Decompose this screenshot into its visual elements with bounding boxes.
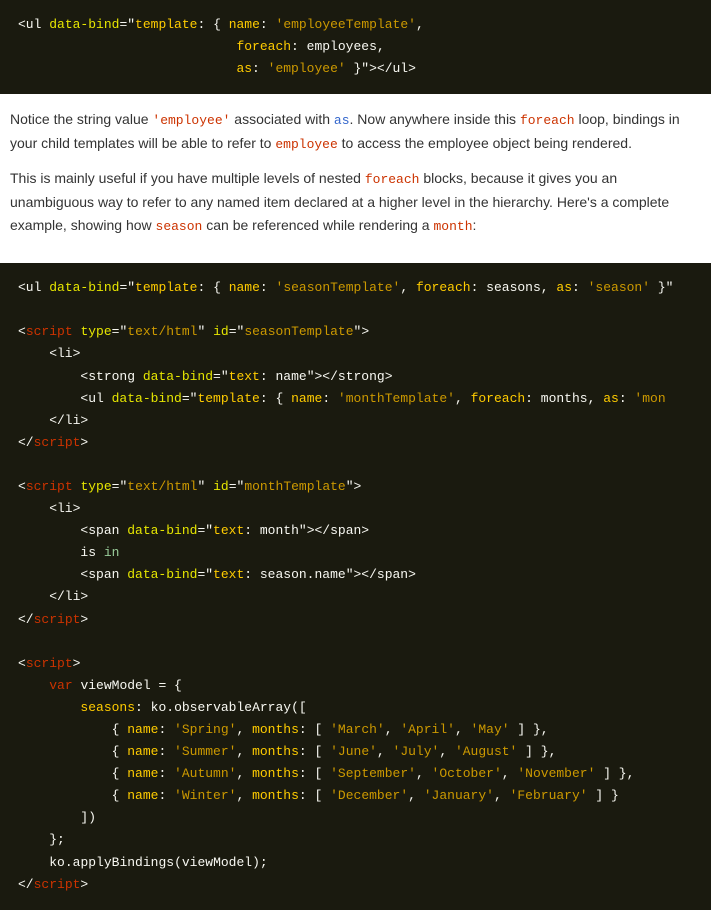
prose-paragraph-2: This is mainly useful if you have multip… [10,167,701,237]
inline-code-as: as [334,113,350,128]
inline-code-month: month [434,219,473,234]
inline-code-season: season [156,219,203,234]
inline-code-foreach: foreach [520,113,575,128]
page-wrapper: <ul data-bind="template: { name: 'employ… [0,0,711,910]
prose-1: Notice the string value 'employee' assoc… [0,94,711,263]
inline-code-foreach2: foreach [365,172,420,187]
code-block-1: <ul data-bind="template: { name: 'employ… [0,0,711,94]
code-block-2: <ul data-bind="template: { name: 'season… [0,263,711,910]
inline-code-employee: 'employee' [152,113,230,128]
prose-paragraph-1: Notice the string value 'employee' assoc… [10,108,701,155]
inline-code-employee2: employee [275,137,337,152]
